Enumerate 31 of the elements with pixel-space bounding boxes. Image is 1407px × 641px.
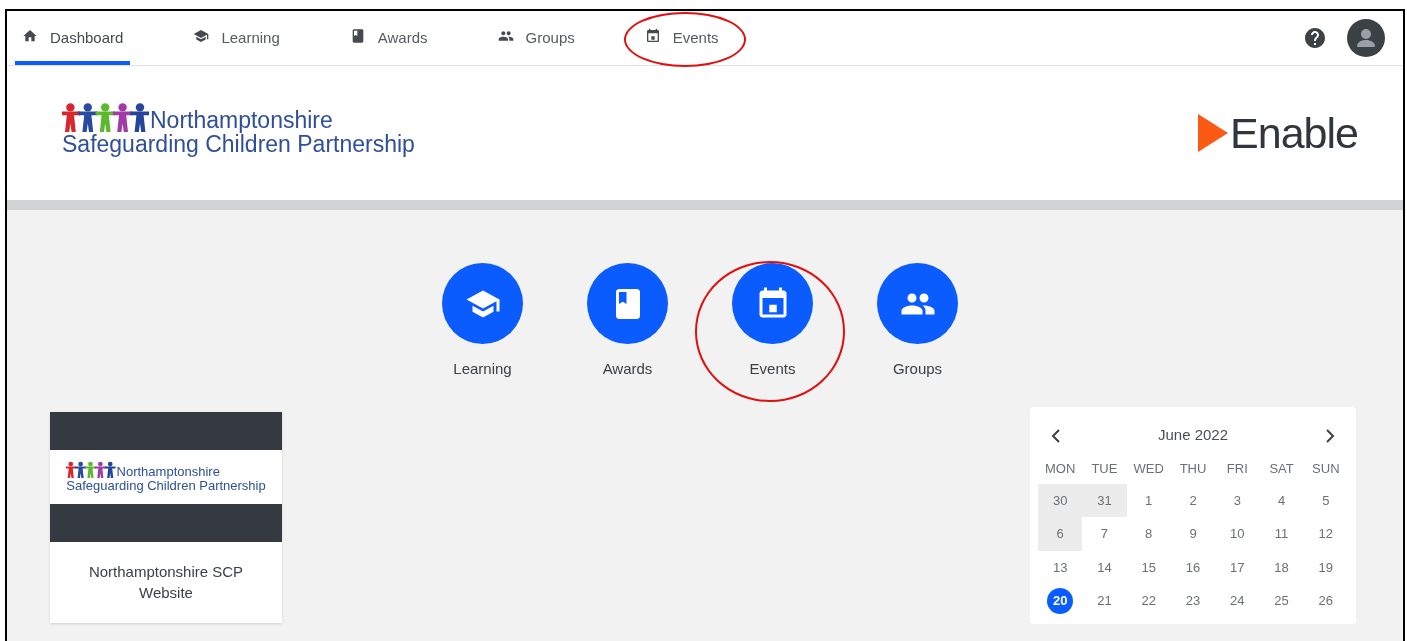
- weekday-label: MON: [1043, 459, 1077, 478]
- avatar-icon[interactable]: [1347, 19, 1385, 57]
- graduation-cap-icon: [193, 28, 210, 44]
- play-triangle-icon: [1198, 114, 1229, 152]
- weekday-label: WED: [1132, 459, 1165, 478]
- chevron-left-icon[interactable]: [1050, 427, 1062, 444]
- card-title: Northamptonshire SCP Website: [87, 562, 245, 603]
- home-icon: [22, 28, 38, 44]
- logo-text: Safeguarding Children Partnership: [62, 133, 415, 156]
- calendar-day[interactable]: 30: [1038, 483, 1083, 517]
- brand-logo: Enable: [1230, 111, 1358, 155]
- weekday-label: FRI: [1225, 459, 1249, 478]
- nav-tab[interactable]: Learning: [186, 11, 287, 65]
- figures-drawing: [66, 461, 116, 478]
- weekday-label: THU: [1178, 459, 1208, 478]
- weekday-label: TUE: [1090, 459, 1119, 478]
- people-icon: [497, 28, 514, 44]
- nav-tab[interactable]: Awards: [342, 11, 435, 65]
- chevron-right-icon[interactable]: [1324, 427, 1336, 444]
- calendar-icon: [644, 28, 661, 44]
- nav-tab[interactable]: Events: [637, 11, 726, 65]
- calendar-day[interactable]: 6: [1038, 517, 1083, 551]
- help-icon[interactable]: [1303, 26, 1327, 50]
- weekday-label: SUN: [1311, 459, 1341, 478]
- nav-tab[interactable]: Groups: [490, 11, 582, 65]
- logo-text: Northamptonshire: [116, 465, 220, 478]
- calendar-month: June 2022: [1157, 425, 1229, 446]
- link-card[interactable]: Northamptonshire Safeguarding Children Partnership Northamptonshire SCP Website: [50, 411, 282, 623]
- weekday-label: SAT: [1268, 459, 1295, 478]
- calendar-day[interactable]: 31: [1082, 483, 1127, 517]
- logo-text: Safeguarding Children Partnership: [66, 479, 266, 492]
